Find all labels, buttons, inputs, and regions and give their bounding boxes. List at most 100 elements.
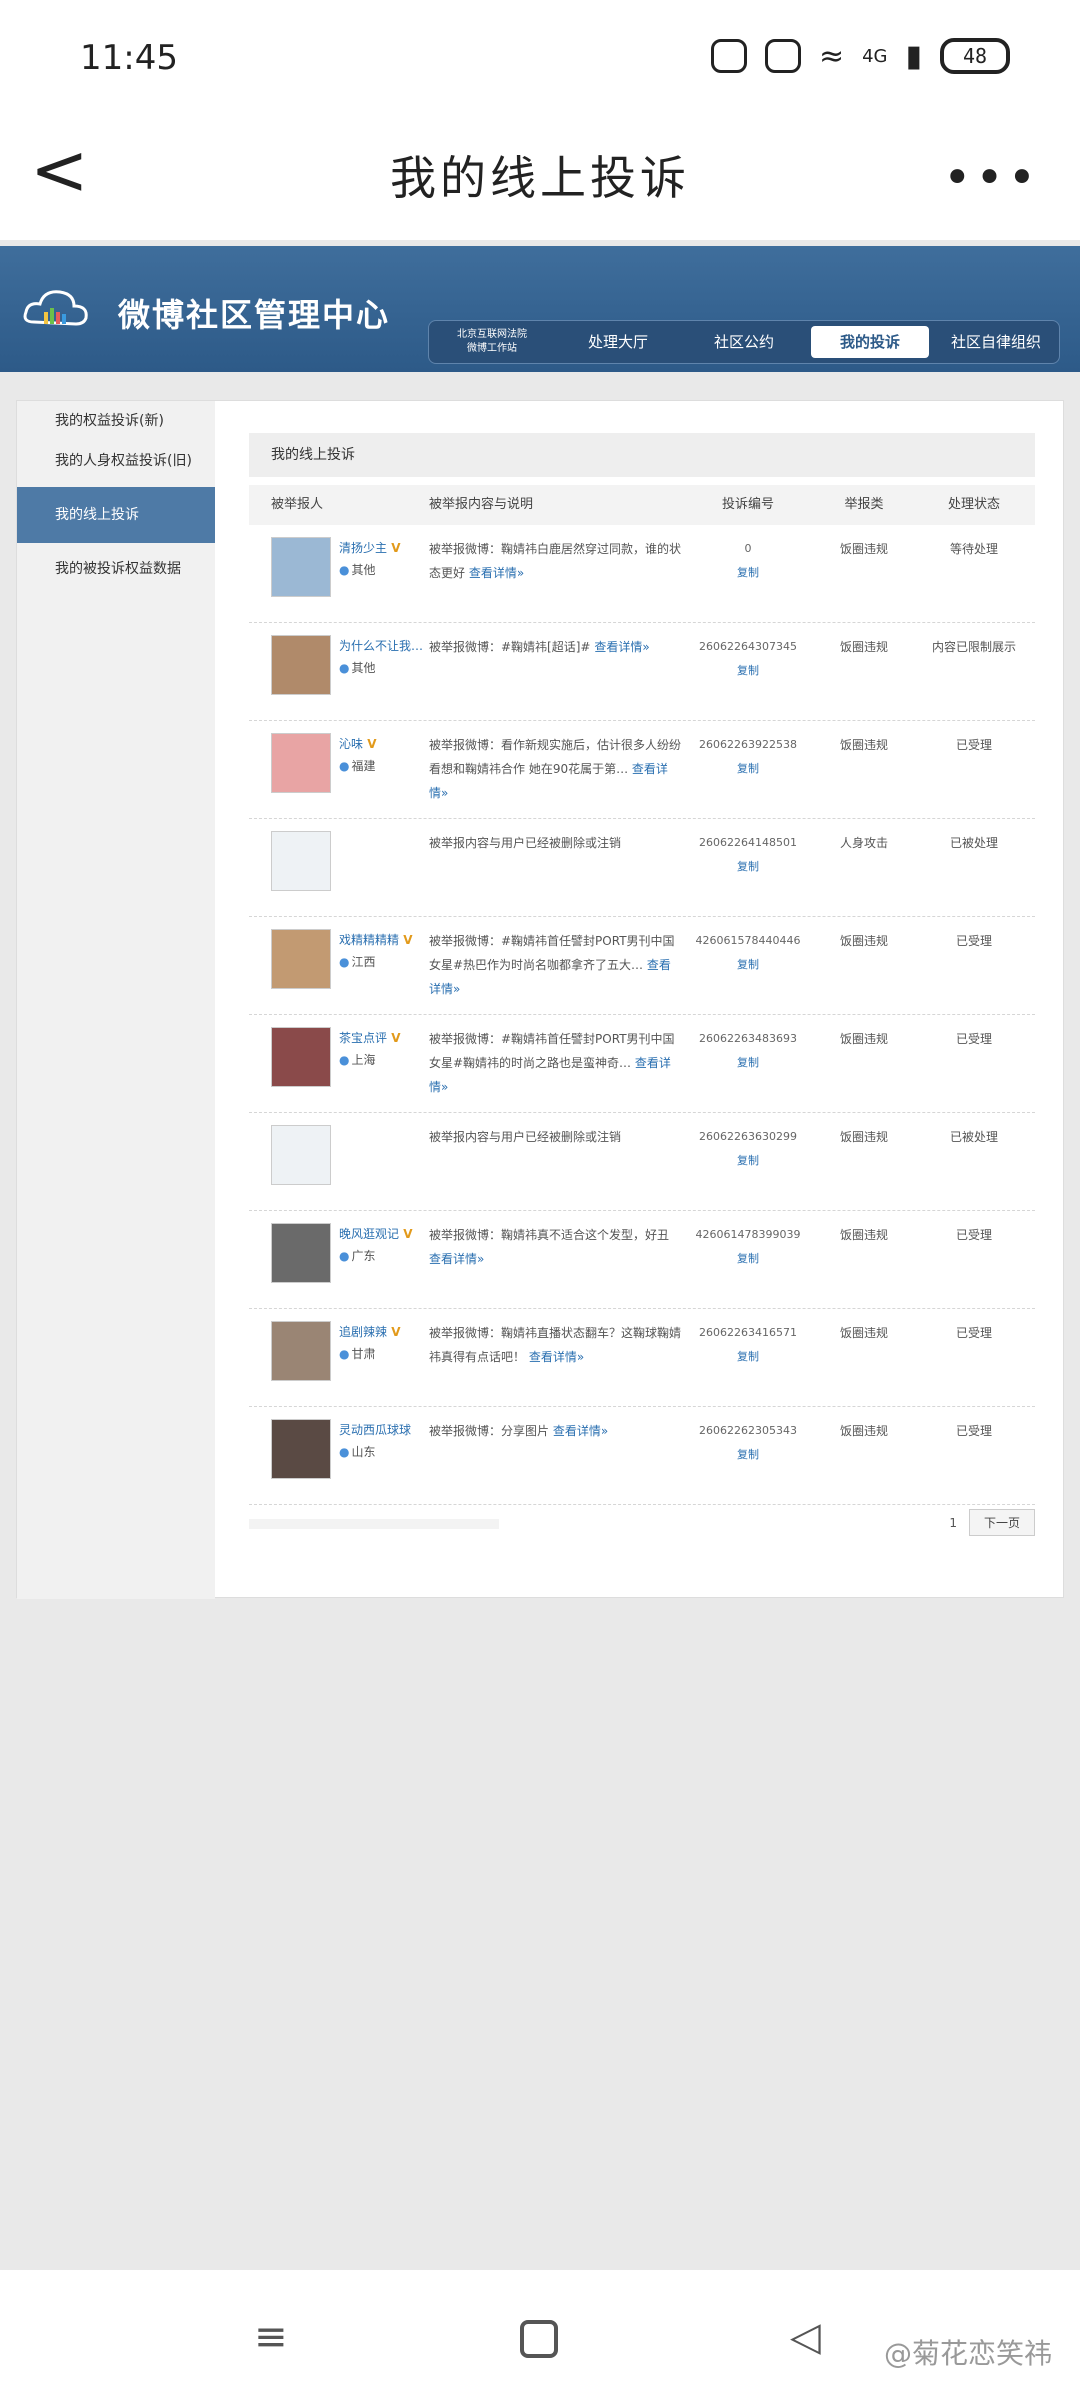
content-panel: 我的权益投诉(新) 我的人身权益投诉(旧) 我的线上投诉我的被投诉权益数据 我的线上… — [16, 400, 1064, 1599]
copy-button[interactable]: 复制 — [681, 855, 815, 879]
nav-item-1[interactable]: 处理大厅 — [559, 326, 677, 358]
complaint-type: 饭圈违规 — [839, 934, 888, 948]
complaint-type: 人身攻击 — [839, 836, 888, 850]
copy-button[interactable]: 复制 — [681, 1345, 815, 1369]
reporter-cell: 灵动西瓜球球 ● 山东 — [249, 1419, 425, 1504]
complaint-number: 26062263483693 — [699, 1032, 797, 1045]
more-options-button[interactable]: ••• — [943, 150, 1040, 206]
reporter-name[interactable]: 追剧辣辣 V — [339, 1321, 423, 1343]
complaint-status: 等待处理 — [949, 542, 998, 556]
complaint-desc: 被举报微博：鞠婧祎白鹿居然穿过同款，谁的状态更好 查看详情» — [425, 537, 681, 622]
sidebar-item-1[interactable]: 我的人身权益投诉(旧) — [17, 441, 215, 481]
location-text: 其他 — [351, 661, 376, 675]
reporter-name-text[interactable]: 灵动西瓜球球 — [339, 1423, 411, 1437]
reporter-name-text[interactable]: 为什么不让我… — [339, 639, 423, 653]
avatar[interactable] — [271, 635, 331, 695]
site-header: 微博社区管理中心 北京互联网法院 微博工作站 处理大厅 社区公约 我的投诉 社区自律组织 — [0, 246, 1080, 372]
nav-item-3[interactable]: 我的投诉 — [811, 326, 929, 358]
user-icon: ● — [339, 1445, 350, 1459]
reporter-info: 戏精精精精 V ● 江西 — [339, 929, 423, 1014]
copy-button[interactable]: 复制 — [681, 561, 815, 585]
avatar[interactable] — [271, 733, 331, 793]
nav-item-2[interactable]: 社区公约 — [685, 326, 803, 358]
section-title: 我的线上投诉 — [249, 433, 1035, 477]
avatar[interactable] — [271, 537, 331, 597]
view-details-link[interactable]: 查看详情» — [529, 1350, 584, 1364]
copy-button[interactable]: 复制 — [681, 1149, 815, 1173]
complaint-desc: 被举报微博：#鞠婧祎[超话]# 查看详情» — [425, 635, 681, 720]
complaint-number: 426061578440446 — [695, 934, 801, 947]
reporter-location: ● 江西 — [339, 951, 423, 973]
reporter-name[interactable]: 灵动西瓜球球 — [339, 1419, 423, 1441]
reporter-name[interactable]: 戏精精精精 V — [339, 929, 423, 951]
avatar[interactable] — [271, 1125, 331, 1185]
reporter-name-text[interactable]: 追剧辣辣 — [339, 1325, 387, 1339]
location-text: 福建 — [351, 759, 376, 773]
main-content: 我的线上投诉 被举报人 被举报内容与说明 投诉编号 举报类 处理状态 清扬少主 … — [249, 433, 1035, 1505]
reporter-cell: 晚风逛观记 V ● 广东 — [249, 1223, 425, 1308]
reporter-name-text[interactable]: 茶宝点评 — [339, 1031, 387, 1045]
reporter-name[interactable]: 沁味 V — [339, 733, 423, 755]
sidebar-item-2[interactable]: 我的线上投诉 — [17, 487, 215, 543]
copy-button[interactable]: 复制 — [681, 1051, 815, 1075]
complaint-type: 饭圈违规 — [839, 1130, 888, 1144]
reporter-name[interactable]: 晚风逛观记 V — [339, 1223, 423, 1245]
app-icon — [764, 39, 801, 73]
verified-icon: V — [363, 737, 377, 751]
avatar[interactable] — [271, 831, 331, 891]
reporter-name[interactable]: 茶宝点评 V — [339, 1027, 423, 1049]
reporter-name[interactable]: 清扬少主 V — [339, 537, 423, 559]
avatar[interactable] — [271, 1321, 331, 1381]
view-details-link[interactable]: 查看详情» — [594, 640, 649, 654]
reporter-name[interactable]: 为什么不让我… — [339, 635, 423, 657]
view-details-link[interactable]: 查看详情» — [553, 1424, 608, 1438]
page-number[interactable]: 1 — [949, 1516, 957, 1530]
verified-icon: V — [387, 1325, 401, 1339]
site-nav: 北京互联网法院 微博工作站 处理大厅 社区公约 我的投诉 社区自律组织 — [428, 320, 1060, 364]
sidebar-item-3[interactable]: 我的被投诉权益数据 — [17, 549, 215, 589]
avatar[interactable] — [271, 929, 331, 989]
nav-item-0[interactable]: 北京互联网法院 微博工作站 — [433, 326, 551, 358]
complaint-status: 已被处理 — [949, 1130, 998, 1144]
desc-text: 被举报微博：鞠婧祎真不适合这个发型，好丑 — [429, 1228, 670, 1242]
copy-button[interactable]: 复制 — [681, 1443, 815, 1467]
complaint-desc: 被举报微博：#鞠婧祎首任譬封PORT男刊中国女星#鞠婧祎的时尚之路也是蛮神奇… … — [425, 1027, 681, 1112]
table-header: 被举报人 被举报内容与说明 投诉编号 举报类 处理状态 — [249, 485, 1035, 525]
view-details-link[interactable]: 查看详情» — [429, 1252, 484, 1266]
copy-button[interactable]: 复制 — [681, 757, 815, 781]
desc-text: 被举报内容与用户已经被删除或注销 — [429, 1130, 622, 1144]
reporter-name-text[interactable]: 戏精精精精 — [339, 933, 399, 947]
complaint-number: 0 — [744, 542, 752, 555]
complaint-number: 26062263630299 — [699, 1130, 797, 1143]
reporter-name-text[interactable]: 清扬少主 — [339, 541, 387, 555]
view-details-link[interactable]: 查看详情» — [469, 566, 524, 580]
complaint-number-cell: 260622639225​38 复制 — [681, 733, 815, 818]
back-triangle-icon[interactable]: ◁ — [790, 2314, 821, 2360]
reporter-name-text[interactable]: 沁味 — [339, 737, 363, 751]
copy-button[interactable]: 复制 — [681, 659, 815, 683]
location-text: 广东 — [351, 1249, 376, 1263]
header-number: 投诉编号 — [721, 497, 774, 512]
next-page-button[interactable]: 下一页 — [968, 1509, 1035, 1536]
reporter-location: ● 甘肃 — [339, 1343, 423, 1365]
reporter-name-text[interactable]: 晚风逛观记 — [339, 1227, 399, 1241]
nav-item-4[interactable]: 社区自律组织 — [937, 326, 1055, 358]
desc-text: 被举报微博：#鞠婧祎首任譬封PORT男刊中国女星#热巴作为时尚名咖都拿齐了五大… — [429, 934, 675, 972]
reporter-info — [339, 831, 423, 916]
reporter-cell: 茶宝点评 V ● 上海 — [249, 1027, 425, 1112]
menu-icon[interactable]: ≡ — [254, 2314, 288, 2360]
status-time: 11:45 — [80, 38, 178, 78]
desc-text: 被举报内容与用户已经被删除或注销 — [429, 836, 622, 850]
sidebar-item-0[interactable]: 我的权益投诉(新) — [17, 401, 215, 441]
site-name: 微博社区管理中心 — [118, 296, 391, 334]
copy-button[interactable]: 复制 — [681, 1247, 815, 1271]
complaint-number: 26062263416571 — [699, 1326, 797, 1339]
avatar[interactable] — [271, 1027, 331, 1087]
avatar[interactable] — [271, 1223, 331, 1283]
reporter-location: ● 山东 — [339, 1441, 423, 1463]
complaint-type: 饭圈违规 — [839, 640, 888, 654]
copy-button[interactable]: 复制 — [681, 953, 815, 977]
reporter-info: 灵动西瓜球球 ● 山东 — [339, 1419, 423, 1504]
home-icon[interactable] — [520, 2320, 558, 2358]
avatar[interactable] — [271, 1419, 331, 1479]
